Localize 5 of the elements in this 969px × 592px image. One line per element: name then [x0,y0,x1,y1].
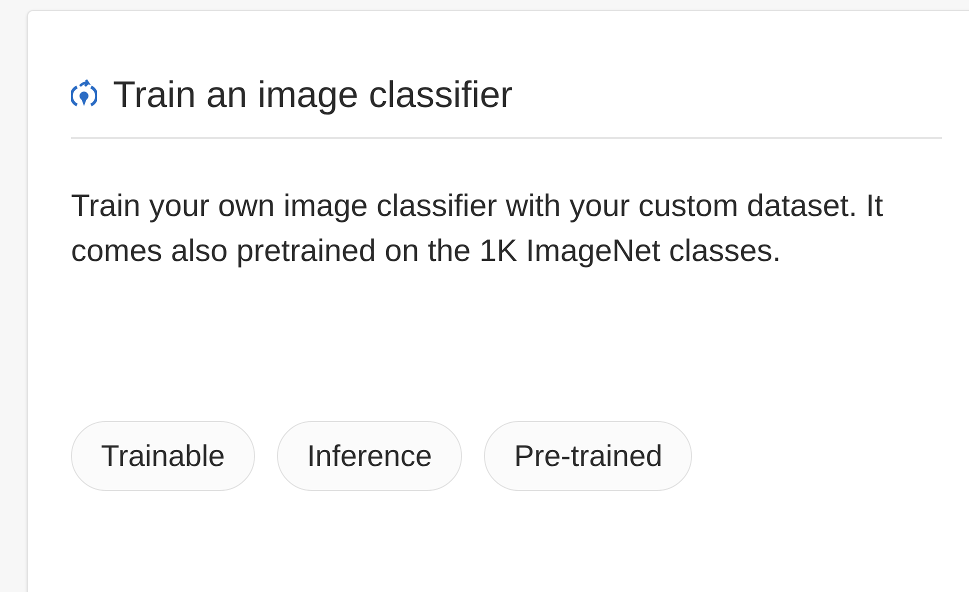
card-description: Train your own image classifier with your custom dataset. It comes also pretrained on the 1K ImageNet classes. [71,187,884,270]
card-title: Train an image classifier [113,73,513,117]
tag-chip: Pre-trained [484,421,692,491]
tag-chip: Trainable [71,421,255,491]
tag-chip: Inference [276,421,462,491]
